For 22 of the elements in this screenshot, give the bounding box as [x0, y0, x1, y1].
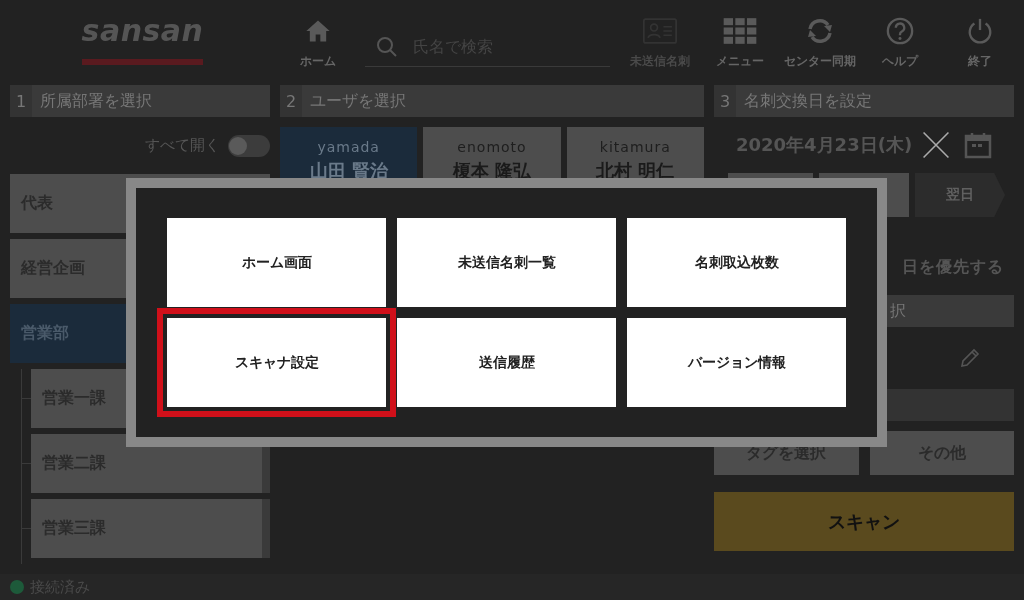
- close-icon[interactable]: [922, 131, 950, 159]
- menu-icon: [723, 17, 757, 45]
- home-button[interactable]: ホーム: [280, 17, 355, 70]
- menu-tile[interactable]: ホーム画面: [167, 218, 386, 307]
- help-button[interactable]: ヘルプ: [860, 17, 940, 70]
- section-header: 2 ユーザを選択: [280, 85, 704, 117]
- pencil-icon[interactable]: [958, 346, 982, 370]
- calendar-icon[interactable]: [964, 131, 992, 159]
- scan-button[interactable]: スキャン: [714, 492, 1014, 551]
- search-icon: [375, 34, 399, 59]
- user-login: yamada: [317, 139, 380, 155]
- menu-tile[interactable]: 未送信名刺一覧: [397, 218, 616, 307]
- exit-button[interactable]: 終了: [940, 17, 1020, 70]
- menu-button[interactable]: メニュー: [700, 17, 780, 70]
- menu-tile[interactable]: スキャナ設定: [157, 308, 396, 417]
- menu-tile[interactable]: バージョン情報: [627, 318, 846, 407]
- expand-all-toggle[interactable]: [228, 134, 270, 157]
- sync-button[interactable]: センター同期: [780, 17, 860, 70]
- menu-tile[interactable]: 名刺取込枚数: [627, 218, 846, 307]
- menu-tile[interactable]: 送信履歴: [397, 318, 616, 407]
- section-header: 1 所属部署を選択: [10, 85, 270, 117]
- section-header: 3 名刺交換日を設定: [714, 85, 1014, 117]
